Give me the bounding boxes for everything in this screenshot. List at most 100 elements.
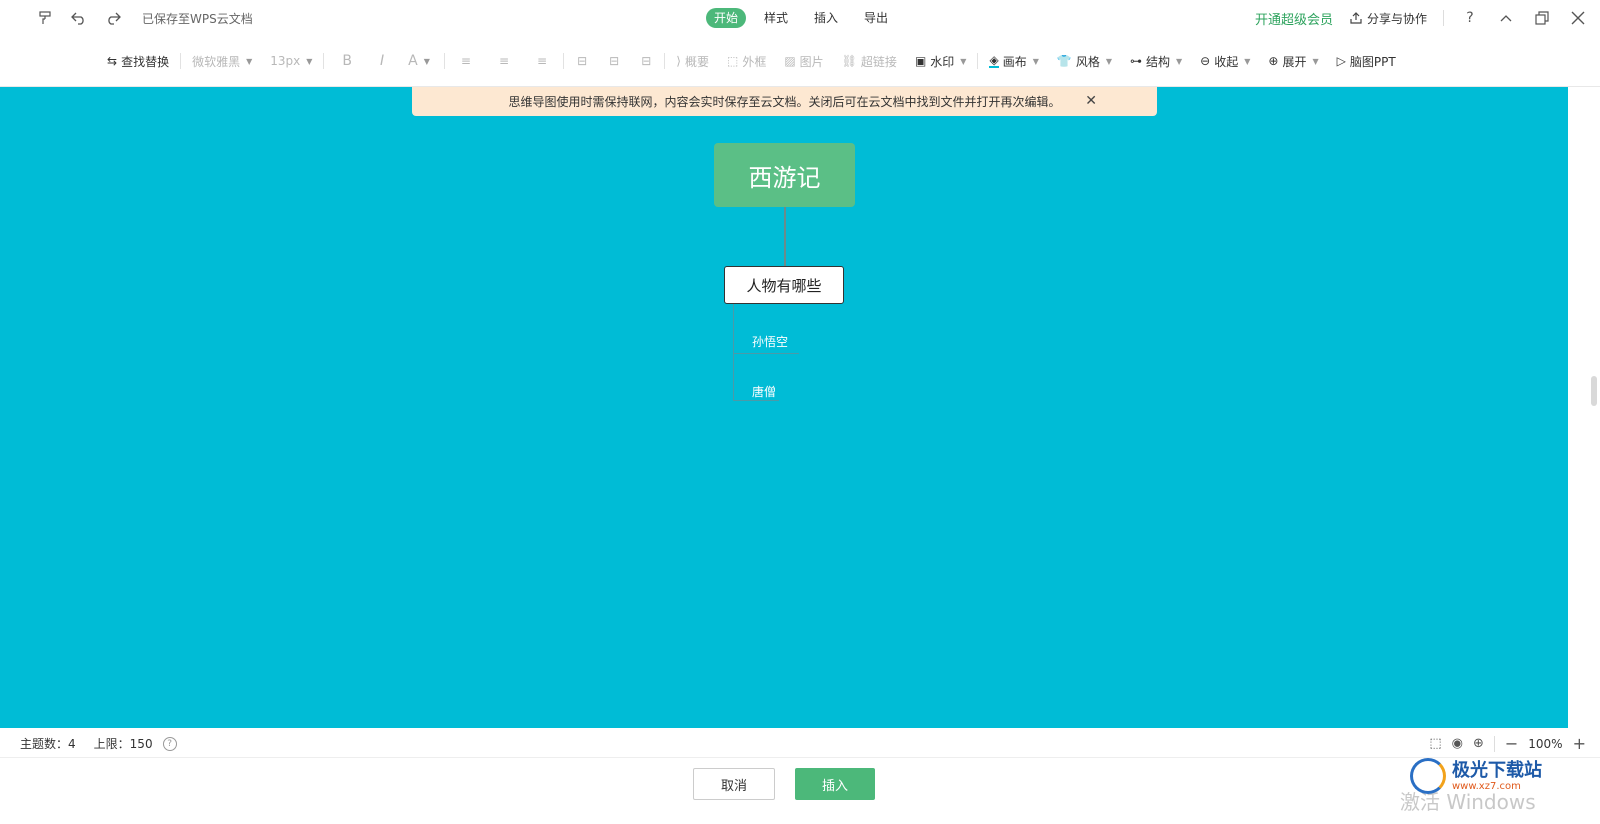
vertical-scrollbar[interactable]: [1568, 87, 1600, 728]
canvas-button[interactable]: ◈ 画布 ▼: [980, 47, 1047, 75]
expand-button[interactable]: ⊕ 展开 ▼: [1259, 47, 1327, 75]
connector-line: [733, 400, 779, 401]
image-label: 图片: [799, 54, 824, 69]
hyperlink-label: 超链接: [860, 54, 897, 69]
logo-text-block: 极光下载站 www.xz7.com: [1452, 760, 1542, 792]
mindmap-canvas[interactable]: 思维导图使用时需保持联网，内容会实时保存至云文档。关闭后可在云文档中找到文件并打…: [0, 87, 1568, 728]
watermark-label: 水印: [930, 54, 955, 69]
help-icon[interactable]: ?: [1460, 8, 1480, 28]
restore-window-icon[interactable]: [1532, 8, 1552, 28]
frame-icon: ⬚: [726, 54, 739, 68]
font-family-select[interactable]: 微软雅黑 ▼: [183, 47, 261, 75]
divider: [977, 53, 979, 69]
scrollbar-thumb[interactable]: [1591, 376, 1597, 406]
canvas-label: 画布: [1002, 54, 1027, 69]
close-window-icon[interactable]: [1568, 8, 1588, 28]
tab-start[interactable]: 开始: [706, 8, 747, 28]
eye-hide-icon[interactable]: ◉: [1452, 736, 1463, 751]
align-left-icon[interactable]: ≡: [447, 47, 485, 75]
share-icon: [1350, 12, 1362, 24]
format-painter-icon[interactable]: [36, 9, 54, 27]
minus-circle-icon: ⊖: [1200, 54, 1211, 68]
topic-count: 主题数：4: [20, 735, 76, 752]
connector-line: [784, 207, 786, 267]
tab-style[interactable]: 样式: [756, 8, 796, 28]
frame-button[interactable]: ⬚ 外框: [718, 47, 775, 75]
divider: [563, 53, 565, 69]
vip-link[interactable]: 开通超级会员: [1255, 9, 1333, 28]
leaf-topic-node[interactable]: 孙悟空: [752, 333, 788, 350]
redo-icon[interactable]: [104, 9, 122, 27]
align-right-icon[interactable]: ≡: [523, 47, 561, 75]
subtopic-node[interactable]: 人物有哪些: [724, 266, 844, 304]
chevron-down-icon: ▼: [1244, 56, 1251, 66]
hyperlink-button[interactable]: ⛓ 超链接: [833, 47, 906, 75]
find-replace-label: 查找替换: [121, 54, 170, 69]
image-icon: ▨: [784, 54, 796, 68]
bold-button[interactable]: B: [326, 47, 368, 75]
style-button[interactable]: 👕 风格 ▼: [1048, 47, 1121, 75]
mindmap-ppt-label: 脑图PPT: [1349, 54, 1396, 69]
find-replace-button[interactable]: ⇆ 查找替换: [98, 47, 178, 75]
action-bar: 取消 插入 激活 Windows 极光下载站 www.xz7.com: [0, 758, 1600, 824]
divider: [664, 53, 666, 69]
zoom-out-icon[interactable]: −: [1505, 734, 1518, 753]
share-button[interactable]: 分享与协作: [1349, 10, 1427, 27]
locate-icon[interactable]: ⊕: [1473, 736, 1484, 751]
undo-icon[interactable]: [70, 9, 88, 27]
cancel-button[interactable]: 取消: [693, 768, 775, 800]
leaf-topic-node[interactable]: 唐僧: [752, 383, 776, 400]
image-button[interactable]: ▨ 图片: [775, 47, 832, 75]
summary-button[interactable]: ⟩ 概要: [667, 47, 718, 75]
font-color-label: A: [408, 53, 418, 69]
cloud-notice-banner: 思维导图使用时需保持联网，内容会实时保存至云文档。关闭后可在云文档中找到文件并打…: [412, 87, 1157, 116]
insert-sibling-icon[interactable]: ⊟: [598, 47, 630, 75]
paint-bucket-icon: ◈: [989, 53, 999, 68]
zoom-in-icon[interactable]: +: [1573, 734, 1586, 753]
topic-count-value: 4: [68, 737, 76, 751]
expand-label: 展开: [1282, 54, 1307, 69]
chevron-down-icon: ▼: [1176, 56, 1183, 66]
mindmap-ppt-button[interactable]: ▷ 脑图PPT: [1328, 47, 1405, 75]
watermark-button[interactable]: ▣ 水印 ▼: [906, 47, 976, 75]
chevron-down-icon: ▼: [1105, 56, 1112, 66]
status-bar-right: ⬚ ◉ ⊕ − 100% +: [1429, 734, 1586, 753]
style-label: 风格: [1075, 54, 1100, 69]
notice-text: 思维导图使用时需保持联网，内容会实时保存至云文档。关闭后可在云文档中找到文件并打…: [508, 95, 1061, 109]
structure-button[interactable]: ⊶ 结构 ▼: [1121, 47, 1191, 75]
help-circle-icon[interactable]: ?: [162, 736, 177, 751]
insert-child-icon[interactable]: ⊟: [566, 47, 598, 75]
font-size-value: 13px: [270, 54, 301, 68]
chevron-down-icon: ▼: [306, 56, 313, 66]
presentation-icon: ▷: [1336, 54, 1346, 68]
insert-parent-icon[interactable]: ⊟: [630, 47, 662, 75]
shirt-icon: 👕: [1056, 54, 1072, 68]
link-icon: ⛓: [841, 54, 857, 68]
tab-export[interactable]: 导出: [856, 8, 896, 28]
italic-button[interactable]: I: [368, 47, 396, 75]
title-bar-right: 开通超级会员 分享与协作 ?: [1255, 0, 1588, 36]
connector-line: [733, 353, 799, 354]
font-color-button[interactable]: A ▼: [396, 47, 442, 75]
font-family-value: 微软雅黑: [192, 54, 241, 69]
root-topic-node[interactable]: 西游记: [714, 143, 855, 207]
font-size-select[interactable]: 13px ▼: [261, 47, 321, 75]
align-center-icon[interactable]: ≡: [485, 47, 523, 75]
divider: [180, 53, 182, 69]
plus-circle-icon: ⊕: [1268, 54, 1279, 68]
collapse-button[interactable]: ⊖ 收起 ▼: [1191, 47, 1259, 75]
site-logo-watermark: 极光下载站 www.xz7.com: [1410, 758, 1542, 794]
tab-insert[interactable]: 插入: [806, 8, 846, 28]
chevron-down-icon: ▼: [1312, 56, 1319, 66]
bracket-icon: ⟩: [676, 54, 681, 68]
toolbar-items: ⇆ 查找替换 微软雅黑 ▼ 13px ▼ B I A ▼ ≡ ≡ ≡ ⊟ ⊟ ⊟ ⟩ …: [98, 36, 1405, 86]
collapse-ribbon-icon[interactable]: [1496, 8, 1516, 28]
chevron-down-icon: ▼: [246, 56, 253, 66]
insert-button[interactable]: 插入: [795, 768, 875, 800]
summary-label: 概要: [684, 54, 709, 69]
swap-icon: ⇆: [107, 54, 118, 68]
divider: [1443, 10, 1444, 26]
divider: [323, 53, 325, 69]
select-cursor-icon[interactable]: ⬚: [1429, 736, 1441, 751]
close-icon[interactable]: ✕: [1085, 93, 1097, 109]
